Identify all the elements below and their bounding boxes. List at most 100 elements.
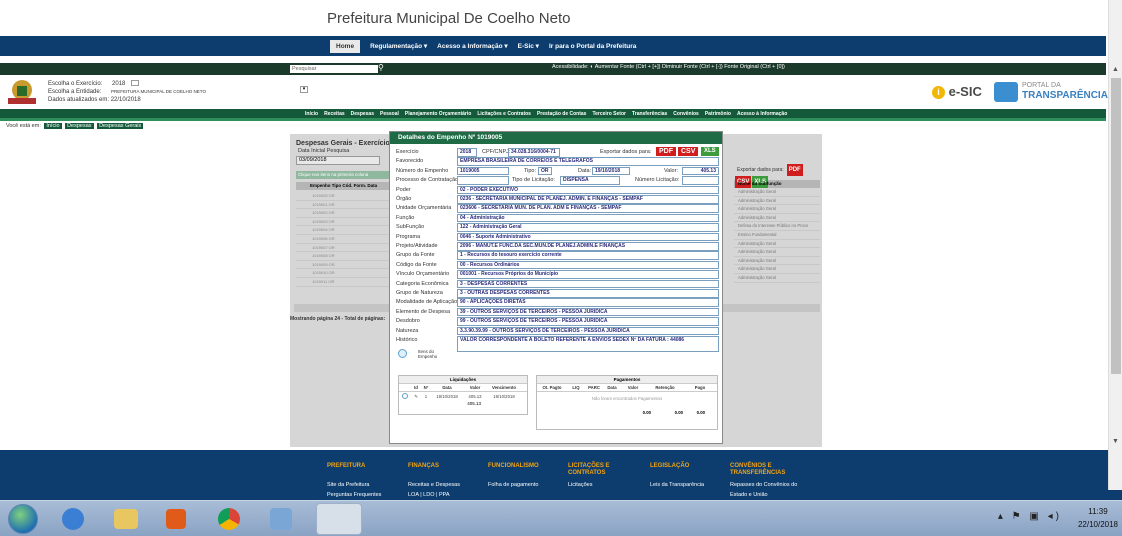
table-row[interactable]: 1019002 OR xyxy=(296,209,392,218)
table-row[interactable]: 1019001 OR xyxy=(296,201,392,210)
table-cell: Administração Geral xyxy=(734,248,820,257)
table-row[interactable]: 1019011 OR xyxy=(296,278,392,287)
search-icon[interactable]: ⚲ xyxy=(378,63,384,72)
scrollbar-thumb[interactable] xyxy=(1111,78,1121,374)
detail-row: Elemento de Despesa 39 - OUTROS SERVIÇOS … xyxy=(390,307,724,317)
date-input[interactable]: 03/09/2018 xyxy=(296,156,380,165)
page-scrollbar[interactable]: ▲ ▼ xyxy=(1108,0,1122,490)
entity-selector: Escolha o Exercício: 2018 Escolha a Enti… xyxy=(48,80,206,104)
mainnav-item[interactable]: Terceiro Setor xyxy=(592,111,626,117)
mainnav-item[interactable]: Licitações e Contratos xyxy=(477,111,531,117)
mainnav-item[interactable]: Início xyxy=(305,111,318,117)
footer-link[interactable]: Licitações xyxy=(568,480,638,490)
topnav-item[interactable]: E-Sic ▾ xyxy=(518,42,539,50)
footer-link[interactable]: Receitas e Despesas xyxy=(408,480,478,490)
column-header: Valor xyxy=(469,385,481,390)
table-row[interactable]: 1019004 OR xyxy=(296,226,392,235)
scroll-down-icon[interactable]: ▼ xyxy=(1112,438,1119,445)
breadcrumb-despesas-gerais[interactable]: Despesas Gerais xyxy=(97,123,144,129)
internet-explorer-icon[interactable] xyxy=(62,508,84,530)
footer-link[interactable]: Site da Prefeitura xyxy=(327,480,397,490)
detail-value: 0046 - Suporte Administrativo xyxy=(457,232,719,242)
detail-label: Unidade Orçamentária xyxy=(396,205,452,212)
export-pdf-button[interactable]: PDF xyxy=(656,147,676,156)
export-xls-button[interactable]: XLS xyxy=(701,147,719,156)
topnav-item[interactable]: Regulamentação ▾ xyxy=(370,42,427,50)
windows-taskbar: ▴ ⚑ ▣ ◂) 11:39 22/10/2018 xyxy=(0,500,1122,536)
column-header: LIQ xyxy=(572,385,580,390)
contratacao-field xyxy=(457,176,509,185)
detail-label: Número do Empenho xyxy=(396,167,449,174)
paint-icon[interactable] xyxy=(270,508,292,530)
scroll-up-icon[interactable]: ▲ xyxy=(1112,66,1119,73)
view-icon[interactable] xyxy=(402,393,408,399)
cpf-field: 34.028.316/0004-71 xyxy=(508,148,560,157)
mainnav-item[interactable]: Transferências xyxy=(632,111,667,117)
subfuncao-header: Nome da Subfunção xyxy=(734,180,820,188)
detail-row: Programa 0046 - Suporte Administrativo xyxy=(390,232,724,242)
table-row[interactable]: ✎ 1 19/10/2018 405.13 19/10/2018 xyxy=(399,392,527,401)
exercicio-dropdown-icon[interactable] xyxy=(131,80,140,87)
mainnav-item[interactable]: Convênios xyxy=(673,111,699,117)
detail-label: Histórico xyxy=(396,337,418,343)
detail-row: Poder 02 - PODER EXECUTIVO xyxy=(390,185,724,195)
mainnav-item[interactable]: Receitas xyxy=(324,111,345,117)
table-row[interactable]: 1019006 OR xyxy=(296,235,392,244)
footer-link[interactable]: Folha de pagamento xyxy=(488,480,558,490)
media-player-icon[interactable] xyxy=(166,509,186,529)
chrome-icon[interactable] xyxy=(218,508,240,530)
column-header: Pago xyxy=(694,385,706,390)
detail-label: Projeto/Atividade xyxy=(396,243,438,249)
table-row[interactable]: 1019008 OR xyxy=(296,252,392,261)
tipo-field: OR xyxy=(538,166,552,176)
table-cell: Administração Geral xyxy=(734,188,820,197)
portal-transparencia-logo[interactable]: PORTAL DA TRANSPARÊNCIA xyxy=(994,82,1108,102)
footer-link[interactable]: Leis da Transparência xyxy=(650,480,720,490)
topnav-item[interactable]: Ir para o Portal da Prefeitura xyxy=(549,43,636,50)
breadcrumb-despesas[interactable]: Despesas xyxy=(65,123,94,129)
detail-row: Órgão 0236 - SECRETARIA MUNICIPAL DE PLAN… xyxy=(390,195,724,204)
search-input[interactable]: Pesquisar xyxy=(290,65,378,73)
start-button-icon[interactable] xyxy=(8,504,38,534)
table-row[interactable]: 1019010 OR xyxy=(296,269,392,278)
edit-icon[interactable]: ✎ xyxy=(411,392,421,401)
table-row[interactable]: 1019009 OR xyxy=(296,261,392,270)
mainnav-item[interactable]: Acesso à Informação xyxy=(737,111,787,117)
mainnav-item[interactable]: Despesas xyxy=(351,111,374,117)
detail-label: Desdobro xyxy=(396,318,420,325)
detail-label: Grupo de Natureza xyxy=(396,290,443,296)
file-explorer-icon[interactable] xyxy=(114,509,138,529)
entidade-label: Escolha a Entidade: xyxy=(48,89,102,95)
table-cell: Ensino Fundamental xyxy=(734,231,820,240)
detail-label: Favorecido xyxy=(396,158,424,165)
topnav-item[interactable]: Home xyxy=(330,39,361,53)
footer-link[interactable]: Repasses do Convênios do Estado e União xyxy=(730,480,800,500)
empenho-details-modal: Detalhes do Empenho Nº 1019005 Exercício… xyxy=(389,131,723,444)
accessibility-controls[interactable]: Acessibilidade: ◐ Aumentar Fonte (Ctrl +… xyxy=(552,64,785,70)
snipping-tool-icon[interactable] xyxy=(316,503,362,535)
detail-label: Modalidade de Aplicação xyxy=(396,299,458,306)
topnav-item[interactable]: Acesso a Informação ▾ xyxy=(437,42,507,50)
mainnav-item[interactable]: Prestação de Contas xyxy=(537,111,586,117)
itens-icon[interactable] xyxy=(398,349,407,358)
table-row[interactable]: 1019003 OR xyxy=(296,218,392,227)
exercicio-label: Escolha o Exercício: xyxy=(48,81,103,87)
table-row[interactable]: 1019005 OR xyxy=(296,192,392,201)
exercicio-select[interactable]: 2018 xyxy=(112,81,125,87)
esic-logo[interactable]: i e-SIC xyxy=(932,84,982,100)
mainnav-item[interactable]: Patrimônio xyxy=(705,111,731,117)
export-csv-button[interactable]: CSV xyxy=(678,147,699,156)
site-footer: PREFEITURA Site da Prefeitura Perguntas Fr… xyxy=(0,450,1122,508)
entity-dropdown-icon[interactable]: ▾ xyxy=(300,86,308,93)
footer-link[interactable]: LOA | LDO | PPA xyxy=(408,490,478,500)
footer-link[interactable]: Perguntas Frequentes xyxy=(327,490,397,500)
mainnav-item[interactable]: Planejamento Orçamentário xyxy=(405,111,471,117)
system-tray[interactable]: ▴ ⚑ ▣ ◂) xyxy=(998,511,1062,522)
table-row[interactable]: 1019007 OR xyxy=(296,244,392,253)
entidade-select[interactable]: PREFEITURA MUNICIPAL DE COELHO NETO xyxy=(111,89,206,94)
modal-title: Detalhes do Empenho Nº 1019005 xyxy=(390,132,722,144)
mainnav-item[interactable]: Pessoal xyxy=(380,111,399,117)
breadcrumb-inicio[interactable]: Início xyxy=(44,123,62,129)
clock[interactable]: 11:39 22/10/2018 xyxy=(1078,505,1118,531)
export-pdf-button[interactable]: PDF xyxy=(786,164,803,176)
